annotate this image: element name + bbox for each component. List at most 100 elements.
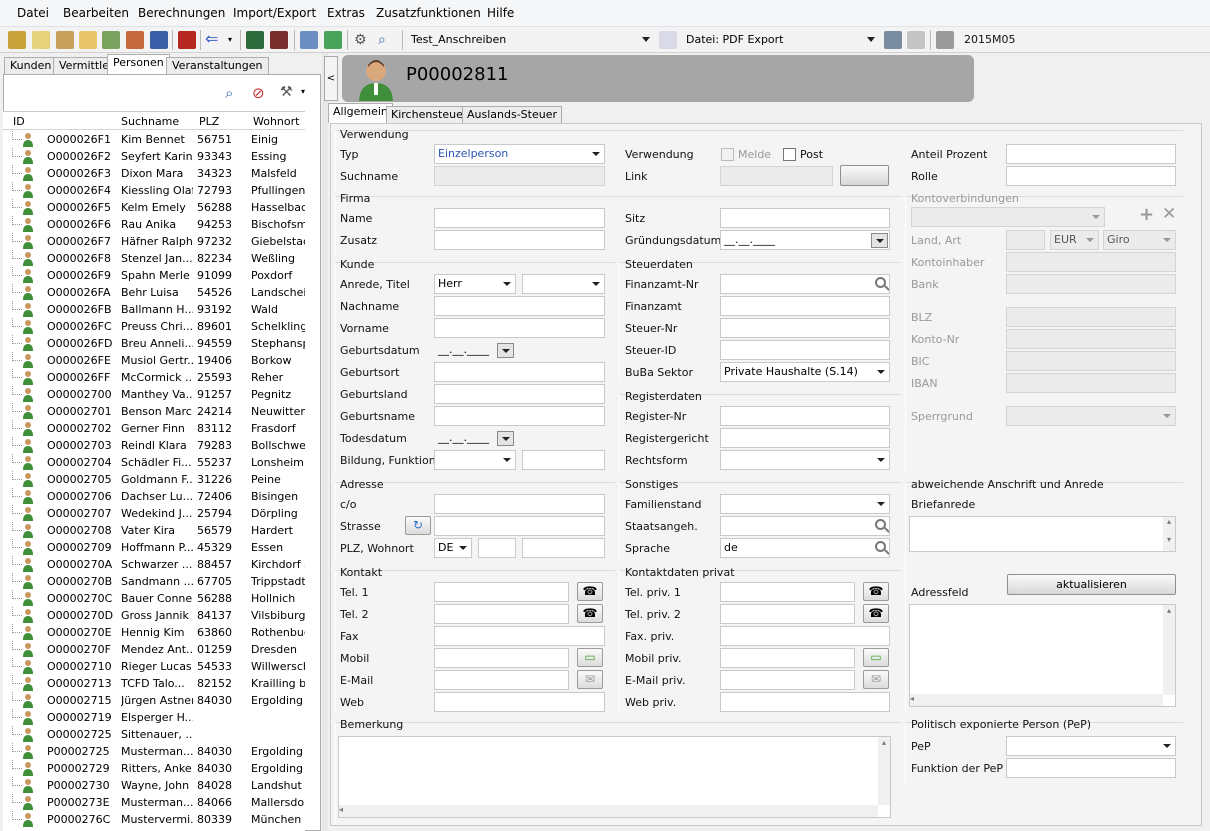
bemerkung-textarea[interactable]: ▴ ◂ bbox=[338, 736, 891, 818]
rechtsform-select[interactable] bbox=[720, 450, 890, 470]
table-row[interactable]: O000026F4 Kiessling Olaf 72793 Pfullingen bbox=[3, 182, 305, 199]
template-select[interactable]: Test_Anschreiben bbox=[406, 30, 654, 50]
vorname-input[interactable] bbox=[434, 318, 605, 338]
finanzamt-input[interactable] bbox=[720, 296, 890, 316]
email-input[interactable] bbox=[434, 670, 569, 690]
post-checkbox[interactable] bbox=[783, 148, 796, 161]
phone-icon[interactable]: ☎ bbox=[863, 604, 889, 623]
steuer-nr-input[interactable] bbox=[720, 318, 890, 338]
mobil-input[interactable] bbox=[434, 648, 569, 668]
fax-priv-input[interactable] bbox=[720, 626, 890, 646]
menu-bearbeiten[interactable]: Bearbeiten bbox=[63, 6, 129, 20]
table-row[interactable]: P0000273E Musterman... 84066 Mallersdorf- bbox=[3, 794, 305, 811]
clear-filter-icon[interactable]: ⊘ bbox=[252, 84, 265, 102]
todesdatum-calendar-button[interactable] bbox=[497, 431, 514, 446]
save-icon[interactable] bbox=[150, 31, 168, 49]
export-select[interactable]: Datei: PDF Export bbox=[681, 30, 879, 50]
column-header-plz[interactable]: PLZ bbox=[199, 115, 219, 128]
web-priv-input[interactable] bbox=[720, 692, 890, 712]
menu-hilfe[interactable]: Hilfe bbox=[487, 6, 514, 20]
gears-icon[interactable]: ⚙ bbox=[354, 31, 372, 49]
tel2-input[interactable] bbox=[434, 604, 569, 624]
nachname-input[interactable] bbox=[434, 296, 605, 316]
column-header-suchname[interactable]: Suchname bbox=[121, 115, 179, 128]
briefanrede-scrollbar[interactable]: ▴ ▾ bbox=[1163, 517, 1175, 551]
geburtsname-input[interactable] bbox=[434, 406, 605, 426]
tab-veranstaltungen[interactable]: Veranstaltungen bbox=[166, 57, 269, 74]
table-row[interactable]: O000026FF McCormick ... 25593 Reher bbox=[3, 369, 305, 386]
search-icon[interactable] bbox=[875, 541, 886, 552]
table-row[interactable]: P00002730 Wayne, John 84028 Landshut bbox=[3, 777, 305, 794]
table-row[interactable]: P0000276C Mustervermi... 80339 München bbox=[3, 811, 305, 828]
sitz-input[interactable] bbox=[720, 208, 890, 228]
table-row[interactable]: O00002715 Jürgen Astner 84030 Ergolding bbox=[3, 692, 305, 709]
menu-import-export[interactable]: Import/Export bbox=[233, 6, 316, 20]
new-document-icon[interactable] bbox=[32, 31, 50, 49]
tools-dropdown-icon[interactable]: ▾ bbox=[301, 87, 305, 96]
table-row[interactable]: P00002725 Musterman... 84030 Ergolding bbox=[3, 743, 305, 760]
print-preview-icon[interactable] bbox=[936, 31, 954, 49]
mail-icon[interactable]: ✉ bbox=[577, 670, 603, 689]
table-row[interactable]: O000026FA Behr Luisa 54526 Landscheid bbox=[3, 284, 305, 301]
refresh-address-icon[interactable]: ↻ bbox=[405, 516, 431, 535]
table-row[interactable]: O00002701 Benson Marc 24214 Neuwittenb bbox=[3, 403, 305, 420]
report-icon[interactable] bbox=[270, 31, 288, 49]
tab-kunden[interactable]: Kunden bbox=[4, 57, 58, 74]
briefanrede-textarea[interactable]: ▴ ▾ bbox=[909, 516, 1176, 552]
table-row[interactable]: O000026F8 Stenzel Jan... 82234 Weßling bbox=[3, 250, 305, 267]
briefcase-icon[interactable] bbox=[178, 31, 196, 49]
fax-input[interactable] bbox=[434, 626, 605, 646]
event-icon[interactable] bbox=[126, 31, 144, 49]
customers-icon[interactable] bbox=[8, 31, 26, 49]
buba-select[interactable]: Private Haushalte (S.14) bbox=[720, 362, 890, 382]
table-row[interactable]: O00002709 Hoffmann P... 45329 Essen bbox=[3, 539, 305, 556]
table-row[interactable]: O00002713 TCFD Talo... 82152 Krailling bei bbox=[3, 675, 305, 692]
geburtsland-input[interactable] bbox=[434, 384, 605, 404]
phone-icon[interactable]: ☎ bbox=[863, 582, 889, 601]
chart-icon[interactable] bbox=[324, 31, 342, 49]
anteil-input[interactable] bbox=[1006, 144, 1176, 164]
table-row[interactable]: O00002700 Manthey Va... 91257 Pegnitz bbox=[3, 386, 305, 403]
collapse-panel-button[interactable]: < bbox=[324, 56, 338, 101]
table-row[interactable]: O000026F6 Rau Anika 94253 Bischofsmai bbox=[3, 216, 305, 233]
search-icon[interactable] bbox=[875, 277, 886, 288]
tools-icon[interactable]: ⚒ bbox=[280, 84, 293, 100]
table-row[interactable]: O000026FE Musiol Gertr... 19406 Borkow bbox=[3, 352, 305, 369]
finanzamt-nr-input[interactable] bbox=[720, 274, 890, 294]
table-row[interactable]: P00002729 Ritters, Anke 84030 Ergolding bbox=[3, 760, 305, 777]
table-row[interactable]: O00002708 Vater Kira 56579 Hardert bbox=[3, 522, 305, 539]
email-icon[interactable] bbox=[907, 31, 925, 49]
search-icon[interactable]: ⌕ bbox=[225, 84, 233, 102]
table-row[interactable]: O0000270F Mendez Ant... 01259 Dresden bbox=[3, 641, 305, 658]
table-row[interactable]: O00002703 Reindl Klara 79283 Bollschweil bbox=[3, 437, 305, 454]
table-row[interactable]: O00002725 Sittenauer, ... bbox=[3, 726, 305, 743]
table-row[interactable]: O0000270C Bauer Conner 56288 Hollnich bbox=[3, 590, 305, 607]
bemerkung-hscrollbar[interactable]: ◂ bbox=[339, 805, 878, 817]
book-icon[interactable] bbox=[246, 31, 264, 49]
firma-name-input[interactable] bbox=[434, 208, 605, 228]
phone-icon[interactable]: ☎ bbox=[577, 604, 603, 623]
menu-berechnungen[interactable]: Berechnungen bbox=[138, 6, 225, 20]
tel1-input[interactable] bbox=[434, 582, 569, 602]
table-row[interactable]: O000026FB Ballmann H... 93192 Wald bbox=[3, 301, 305, 318]
table-row[interactable]: O00002719 Elsperger H... bbox=[3, 709, 305, 726]
phone-icon[interactable]: ☎ bbox=[577, 582, 603, 601]
table-row[interactable]: O000026F7 Häfner Ralph 97232 Giebelstadt bbox=[3, 233, 305, 250]
strasse-input[interactable] bbox=[434, 516, 605, 536]
tel-priv2-input[interactable] bbox=[720, 604, 855, 624]
typ-select[interactable]: Einzelperson bbox=[434, 144, 605, 164]
pep-select[interactable] bbox=[1006, 736, 1176, 756]
registergericht-input[interactable] bbox=[720, 428, 890, 448]
table-row[interactable]: O00002705 Goldmann F... 31226 Peine bbox=[3, 471, 305, 488]
adressfeld-hscrollbar[interactable]: ◂ bbox=[910, 694, 1163, 706]
table-row[interactable]: O000026F5 Kelm Emely 56288 Hasselbach bbox=[3, 199, 305, 216]
table-row[interactable]: O000026F3 Dixon Mara 34323 Malsfeld bbox=[3, 165, 305, 182]
tab-allgemein[interactable]: Allgemein bbox=[328, 103, 393, 123]
web-input[interactable] bbox=[434, 692, 605, 712]
table-row[interactable]: O00002710 Rieger Lucas 54533 Willwersche bbox=[3, 658, 305, 675]
geburtsdatum-calendar-button[interactable] bbox=[497, 343, 514, 358]
splitter[interactable] bbox=[322, 53, 328, 831]
menu-extras[interactable]: Extras bbox=[327, 6, 365, 20]
gruendung-date-input[interactable]: __.__.____ bbox=[720, 230, 890, 250]
tab-personen[interactable]: Personen bbox=[107, 54, 170, 74]
